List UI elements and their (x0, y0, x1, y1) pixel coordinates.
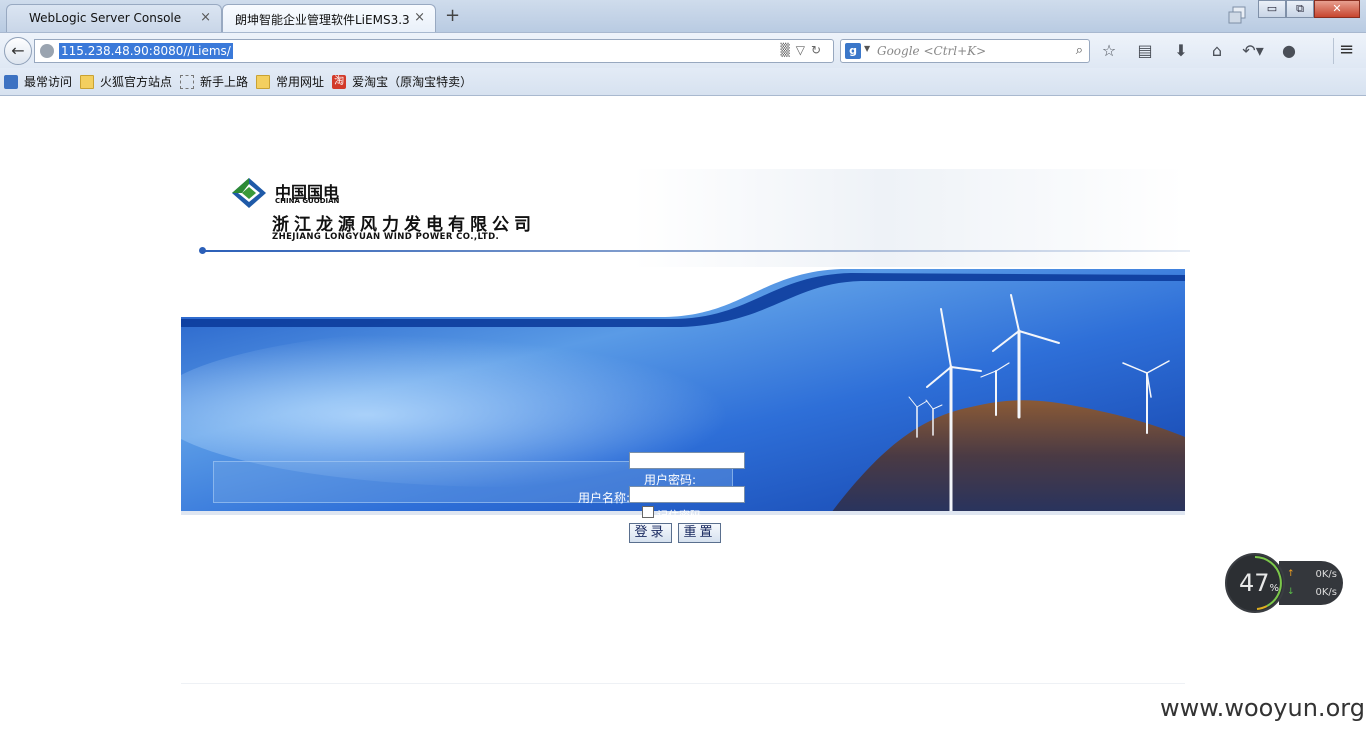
google-engine-icon[interactable]: g (845, 43, 861, 59)
history-dropdown-icon[interactable]: ▽ (796, 43, 811, 57)
bookmark-most-visited[interactable]: 最常访问 (4, 73, 72, 90)
username-field[interactable] (629, 486, 745, 503)
page-content: 中国国电 CHINA GUODIAN 浙江龙源风力发电有限公司 ZHEJIANG… (0, 97, 1366, 737)
bookmark-firefox-site[interactable]: 火狐官方站点 (80, 73, 172, 90)
company-name-en: ZHEJIANG LONGYUAN WIND POWER CO.,LTD. (272, 232, 500, 242)
new-tab-button[interactable]: + (445, 5, 460, 26)
login-button[interactable]: 登录 (629, 523, 672, 543)
header-divider (200, 250, 1190, 252)
bookmarks-toolbar: 最常访问 火狐官方站点 新手上路 常用网址 淘 爱淘宝（原淘宝特卖） (0, 68, 1366, 96)
tab-title: 朗坤智能企业管理软件LiEMS3.3 (235, 13, 410, 27)
bookmark-label: 爱淘宝（原淘宝特卖） (352, 75, 473, 89)
folder-icon (80, 74, 95, 89)
close-window-button[interactable]: ✕ (1314, 0, 1360, 18)
url-text[interactable]: 115.238.48.90:8080//Liems/ (59, 43, 233, 59)
search-bar[interactable]: g ▼ Google <Ctrl+K> ⌕ (840, 39, 1090, 63)
brand-name-en: CHINA GUODIAN (275, 197, 340, 205)
taobao-icon: 淘 (332, 74, 347, 89)
minimize-button[interactable]: ▭ (1258, 0, 1286, 18)
back-arrow-icon: ← (11, 41, 25, 60)
dotted-page-icon (180, 74, 195, 89)
watermark-text: www.wooyun.org (1160, 694, 1365, 722)
window-controls: ▭ ⧉ ✕ (1258, 0, 1360, 18)
folder-icon (256, 74, 271, 89)
reset-button[interactable]: 重置 (678, 523, 721, 543)
bookmark-label: 火狐官方站点 (100, 75, 173, 89)
close-tab-icon[interactable]: × (414, 10, 425, 25)
download-arrow-icon: ↓ (1287, 587, 1295, 597)
speed-panel: ↑ 0K/s ↓ 0K/s (1279, 561, 1343, 605)
home-icon[interactable]: ⌂ (1206, 41, 1228, 61)
memory-usage-circle: 47% (1225, 553, 1285, 613)
qr-code-icon[interactable]: ▒ (780, 43, 795, 57)
address-bar[interactable]: 115.238.48.90:8080//Liems/ ▒▽↻ (34, 39, 834, 63)
engine-dropdown-icon[interactable]: ▼ (864, 44, 870, 53)
most-visited-icon (4, 74, 18, 89)
reading-list-icon[interactable]: ▤ (1134, 41, 1156, 61)
restore-button[interactable]: ⧉ (1286, 0, 1314, 18)
undo-close-icon[interactable]: ↶▾ (1242, 41, 1264, 61)
memory-usage-percent: 47% (1239, 569, 1280, 597)
bookmark-star-icon[interactable]: ☆ (1098, 41, 1120, 61)
navigation-bar: ← 115.238.48.90:8080//Liems/ ▒▽↻ g ▼ Goo… (0, 32, 1366, 68)
password-field[interactable] (629, 452, 745, 469)
search-magnifier-icon[interactable]: ⌕ (1076, 43, 1083, 58)
back-button[interactable]: ← (4, 37, 32, 65)
bookmark-common-urls[interactable]: 常用网址 (256, 73, 324, 90)
toolbar-icons: ☆ ▤ ⬇ ⌂ ↶▾ ● (1098, 41, 1300, 61)
bookmark-label: 最常访问 (24, 75, 73, 89)
chat-bubble-icon[interactable]: ● (1278, 41, 1300, 61)
site-identity-icon[interactable] (40, 44, 54, 58)
bookmark-taobao[interactable]: 淘 爱淘宝（原淘宝特卖） (332, 73, 472, 90)
reload-icon[interactable]: ↻ (811, 43, 827, 57)
tab-title: WebLogic Server Console (29, 11, 182, 25)
guodian-logo-icon (232, 178, 266, 208)
tab-bar: WebLogic Server Console × 朗坤智能企业管理软件LiEM… (0, 0, 1366, 32)
header-divider-dot (199, 247, 206, 254)
remember-password-label: 记住密码 (657, 507, 701, 515)
bookmark-label: 新手上路 (200, 75, 249, 89)
username-label: 用户名称: (578, 491, 631, 505)
network-monitor-widget[interactable]: ↑ 0K/s ↓ 0K/s 47% (1225, 553, 1343, 613)
tab-liems[interactable]: 朗坤智能企业管理软件LiEMS3.3 × (222, 4, 436, 32)
bookmark-getting-started[interactable]: 新手上路 (180, 73, 248, 90)
upload-arrow-icon: ↑ (1287, 569, 1295, 579)
url-actions: ▒▽↻ (780, 43, 827, 57)
close-tab-icon[interactable]: × (200, 10, 211, 25)
footer-divider (181, 683, 1185, 684)
bookmark-label: 常用网址 (276, 75, 325, 89)
tab-groups-icon[interactable] (1228, 6, 1246, 24)
downloads-icon[interactable]: ⬇ (1170, 41, 1192, 61)
open-menu-icon[interactable]: ≡ (1333, 38, 1359, 64)
search-input[interactable]: Google <Ctrl+K> (877, 44, 986, 58)
remember-password-checkbox[interactable] (642, 506, 654, 518)
tab-weblogic[interactable]: WebLogic Server Console × (6, 4, 222, 32)
